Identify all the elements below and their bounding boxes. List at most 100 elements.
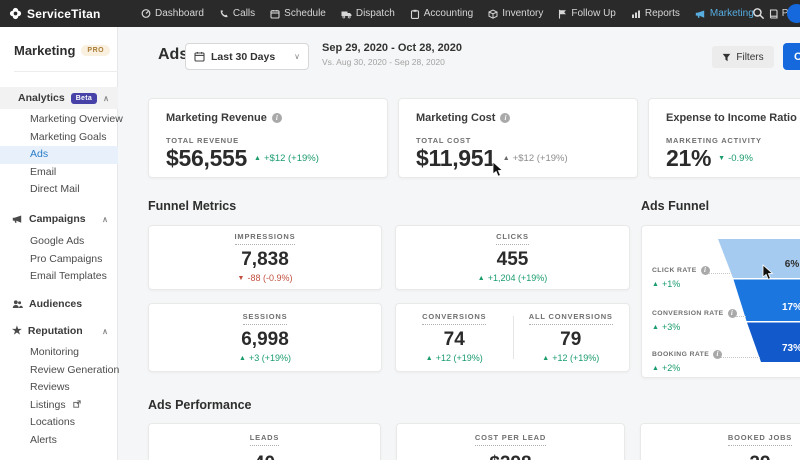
sidebar-section-audiences[interactable]: Audiences	[0, 293, 118, 315]
nav-item-reports[interactable]: Reports	[631, 8, 680, 19]
info-icon[interactable]: i	[701, 266, 710, 275]
page: ServiceTitan Dashboard Calls Schedule Di…	[0, 0, 800, 460]
nav-item-accounting[interactable]: Accounting	[410, 8, 473, 19]
people-icon	[12, 299, 23, 309]
sidebar-title-row: Marketing PRO	[0, 43, 118, 58]
leader-line	[736, 316, 746, 317]
funnel-stage-delta-booking-rate: ▲+2%	[652, 363, 680, 373]
create-button[interactable]: Cr	[783, 43, 800, 70]
kpi-sublabel: TOTAL COST	[416, 136, 471, 145]
sidebar-item-email[interactable]: Email	[0, 164, 118, 182]
up-arrow-icon: ▲	[503, 155, 510, 162]
metric-card-inner: COST PER LEAD $298	[397, 424, 624, 460]
kpi-delta: ▼-0.9%	[718, 153, 753, 164]
metric-card-inner: SESSIONS 6,998 ▲+3 (+19%)	[149, 304, 381, 371]
stage-delta-text: +3%	[662, 322, 680, 332]
servicetitan-logo-icon	[9, 7, 22, 20]
sidebar-item-pro-campaigns[interactable]: Pro Campaigns	[0, 251, 118, 269]
metric-label[interactable]: ALL CONVERSIONS	[529, 312, 613, 325]
kpi-title-row: Marketing Costi	[416, 112, 510, 124]
megaphone-icon	[695, 9, 706, 19]
top-nav: ServiceTitan Dashboard Calls Schedule Di…	[0, 0, 800, 27]
sidebar-item-alerts[interactable]: Alerts	[0, 432, 118, 450]
info-icon[interactable]: i	[728, 309, 737, 318]
sidebar-item-marketing-goals[interactable]: Marketing Goals	[0, 129, 118, 147]
sidebar-item-google-ads[interactable]: Google Ads	[0, 233, 118, 251]
nav-item-follow-up[interactable]: Follow Up	[558, 8, 615, 19]
sidebar-item-direct-mail[interactable]: Direct Mail	[0, 181, 118, 199]
sidebar-section-analytics[interactable]: Analytics Beta ∧	[0, 87, 118, 109]
search-icon[interactable]	[752, 7, 765, 20]
info-icon[interactable]: i	[272, 113, 282, 123]
nav-item-inventory[interactable]: Inventory	[488, 8, 543, 19]
box-icon	[488, 9, 498, 19]
filter-funnel-icon	[722, 53, 731, 62]
sidebar-item-marketing-overview[interactable]: Marketing Overview	[0, 111, 118, 129]
dashboard-icon	[141, 8, 151, 19]
up-arrow-icon: ▲	[239, 355, 246, 362]
info-icon[interactable]: i	[500, 113, 510, 123]
sidebar-item-ads[interactable]: Ads	[0, 146, 118, 164]
nav-item-label: Marketing	[710, 8, 754, 19]
date-range-picker[interactable]: Last 30 Days ∨	[185, 43, 309, 70]
kpi-value-row: $11,951 ▲+$12 (+19%)	[416, 145, 568, 172]
metric-label[interactable]: SESSIONS	[243, 312, 288, 325]
metric-card-inner: BOOKED JOBS 29	[641, 424, 800, 460]
sidebar-section-campaigns[interactable]: Campaigns ∧	[0, 208, 118, 230]
sidebar-item-locations[interactable]: Locations	[0, 414, 118, 432]
nav-item-marketing[interactable]: Marketing	[695, 8, 754, 19]
down-arrow-icon: ▼	[718, 155, 725, 162]
clipboard-icon	[410, 9, 420, 19]
stage-label-text: CONVERSION RATE	[652, 310, 724, 317]
phone-icon	[219, 9, 229, 19]
metric-card-inner: IMPRESSIONS 7,838 ▼-88 (-0.9%)	[149, 226, 381, 289]
metric-card-inner: CONVERSIONS 74 ▲+12 (+19%)	[396, 304, 513, 371]
nav-item-calls[interactable]: Calls	[219, 8, 255, 19]
brand-name: ServiceTitan	[27, 7, 101, 21]
metric-value: 79	[560, 329, 581, 351]
kpi-delta: ▲+$12 (+19%)	[254, 153, 319, 164]
metric-label[interactable]: LEADS	[250, 433, 279, 446]
metric-delta-text: +12 (+19%)	[436, 353, 483, 363]
sidebar-item-email-templates[interactable]: Email Templates	[0, 268, 118, 286]
metric-label[interactable]: BOOKED JOBS	[728, 433, 792, 446]
nav-item-label: Calls	[233, 8, 255, 19]
metric-delta: ▼-88 (-0.9%)	[238, 273, 293, 283]
funnel-segment-conversion-rate[interactable]	[734, 280, 800, 322]
brand[interactable]: ServiceTitan	[9, 0, 101, 27]
up-arrow-icon: ▲	[254, 155, 261, 162]
funnel-stage-label-click-rate: CLICK RATEi	[652, 266, 710, 275]
metric-label[interactable]: CONVERSIONS	[422, 312, 486, 325]
nav-item-schedule[interactable]: Schedule	[270, 8, 326, 19]
metric-label[interactable]: CLICKS	[496, 232, 529, 245]
all-conversions-half: ALL CONVERSIONS 79 ▲+12 (+19%)	[513, 304, 630, 371]
section-label: Reputation	[28, 325, 83, 337]
sidebar-item-reviews[interactable]: Reviews	[0, 379, 118, 397]
chevron-up-icon: ∧	[103, 94, 109, 103]
book-icon	[769, 9, 778, 19]
funnel-pct-booking-rate: 73%	[782, 343, 800, 354]
metric-label[interactable]: COST PER LEAD	[475, 433, 546, 446]
metric-delta-text: +3 (+19%)	[249, 353, 291, 363]
kpi-value: $11,951	[416, 145, 496, 172]
sidebar-title: Marketing	[14, 43, 75, 58]
chevron-up-icon: ∧	[102, 327, 108, 336]
date-range-display: Sep 29, 2020 - Oct 28, 2020 Vs. Aug 30, …	[322, 42, 462, 67]
sidebar-section-reputation[interactable]: ★ Reputation ∧	[0, 320, 118, 342]
sidebar-item-listings[interactable]: Listings	[0, 397, 118, 415]
metric-delta-text: +12 (+19%)	[552, 353, 599, 363]
metric-label[interactable]: IMPRESSIONS	[235, 232, 296, 245]
sidebar-item-monitoring[interactable]: Monitoring	[0, 344, 118, 362]
profile-circle-icon[interactable]	[787, 4, 800, 23]
info-icon[interactable]: i	[713, 350, 722, 359]
compare-date-range: Vs. Aug 30, 2020 - Sep 28, 2020	[322, 57, 462, 67]
nav-item-dispatch[interactable]: Dispatch	[341, 8, 395, 19]
metric-delta: ▲+12 (+19%)	[542, 353, 599, 363]
kpi-value: $56,555	[166, 145, 247, 172]
nav-item-label: Schedule	[284, 8, 326, 19]
nav-item-dashboard[interactable]: Dashboard	[141, 8, 204, 19]
filters-button[interactable]: Filters	[712, 46, 774, 68]
nav-item-label: Reports	[645, 8, 680, 19]
flag-icon	[558, 9, 567, 19]
sidebar-item-review-generation[interactable]: Review Generation	[0, 362, 118, 380]
